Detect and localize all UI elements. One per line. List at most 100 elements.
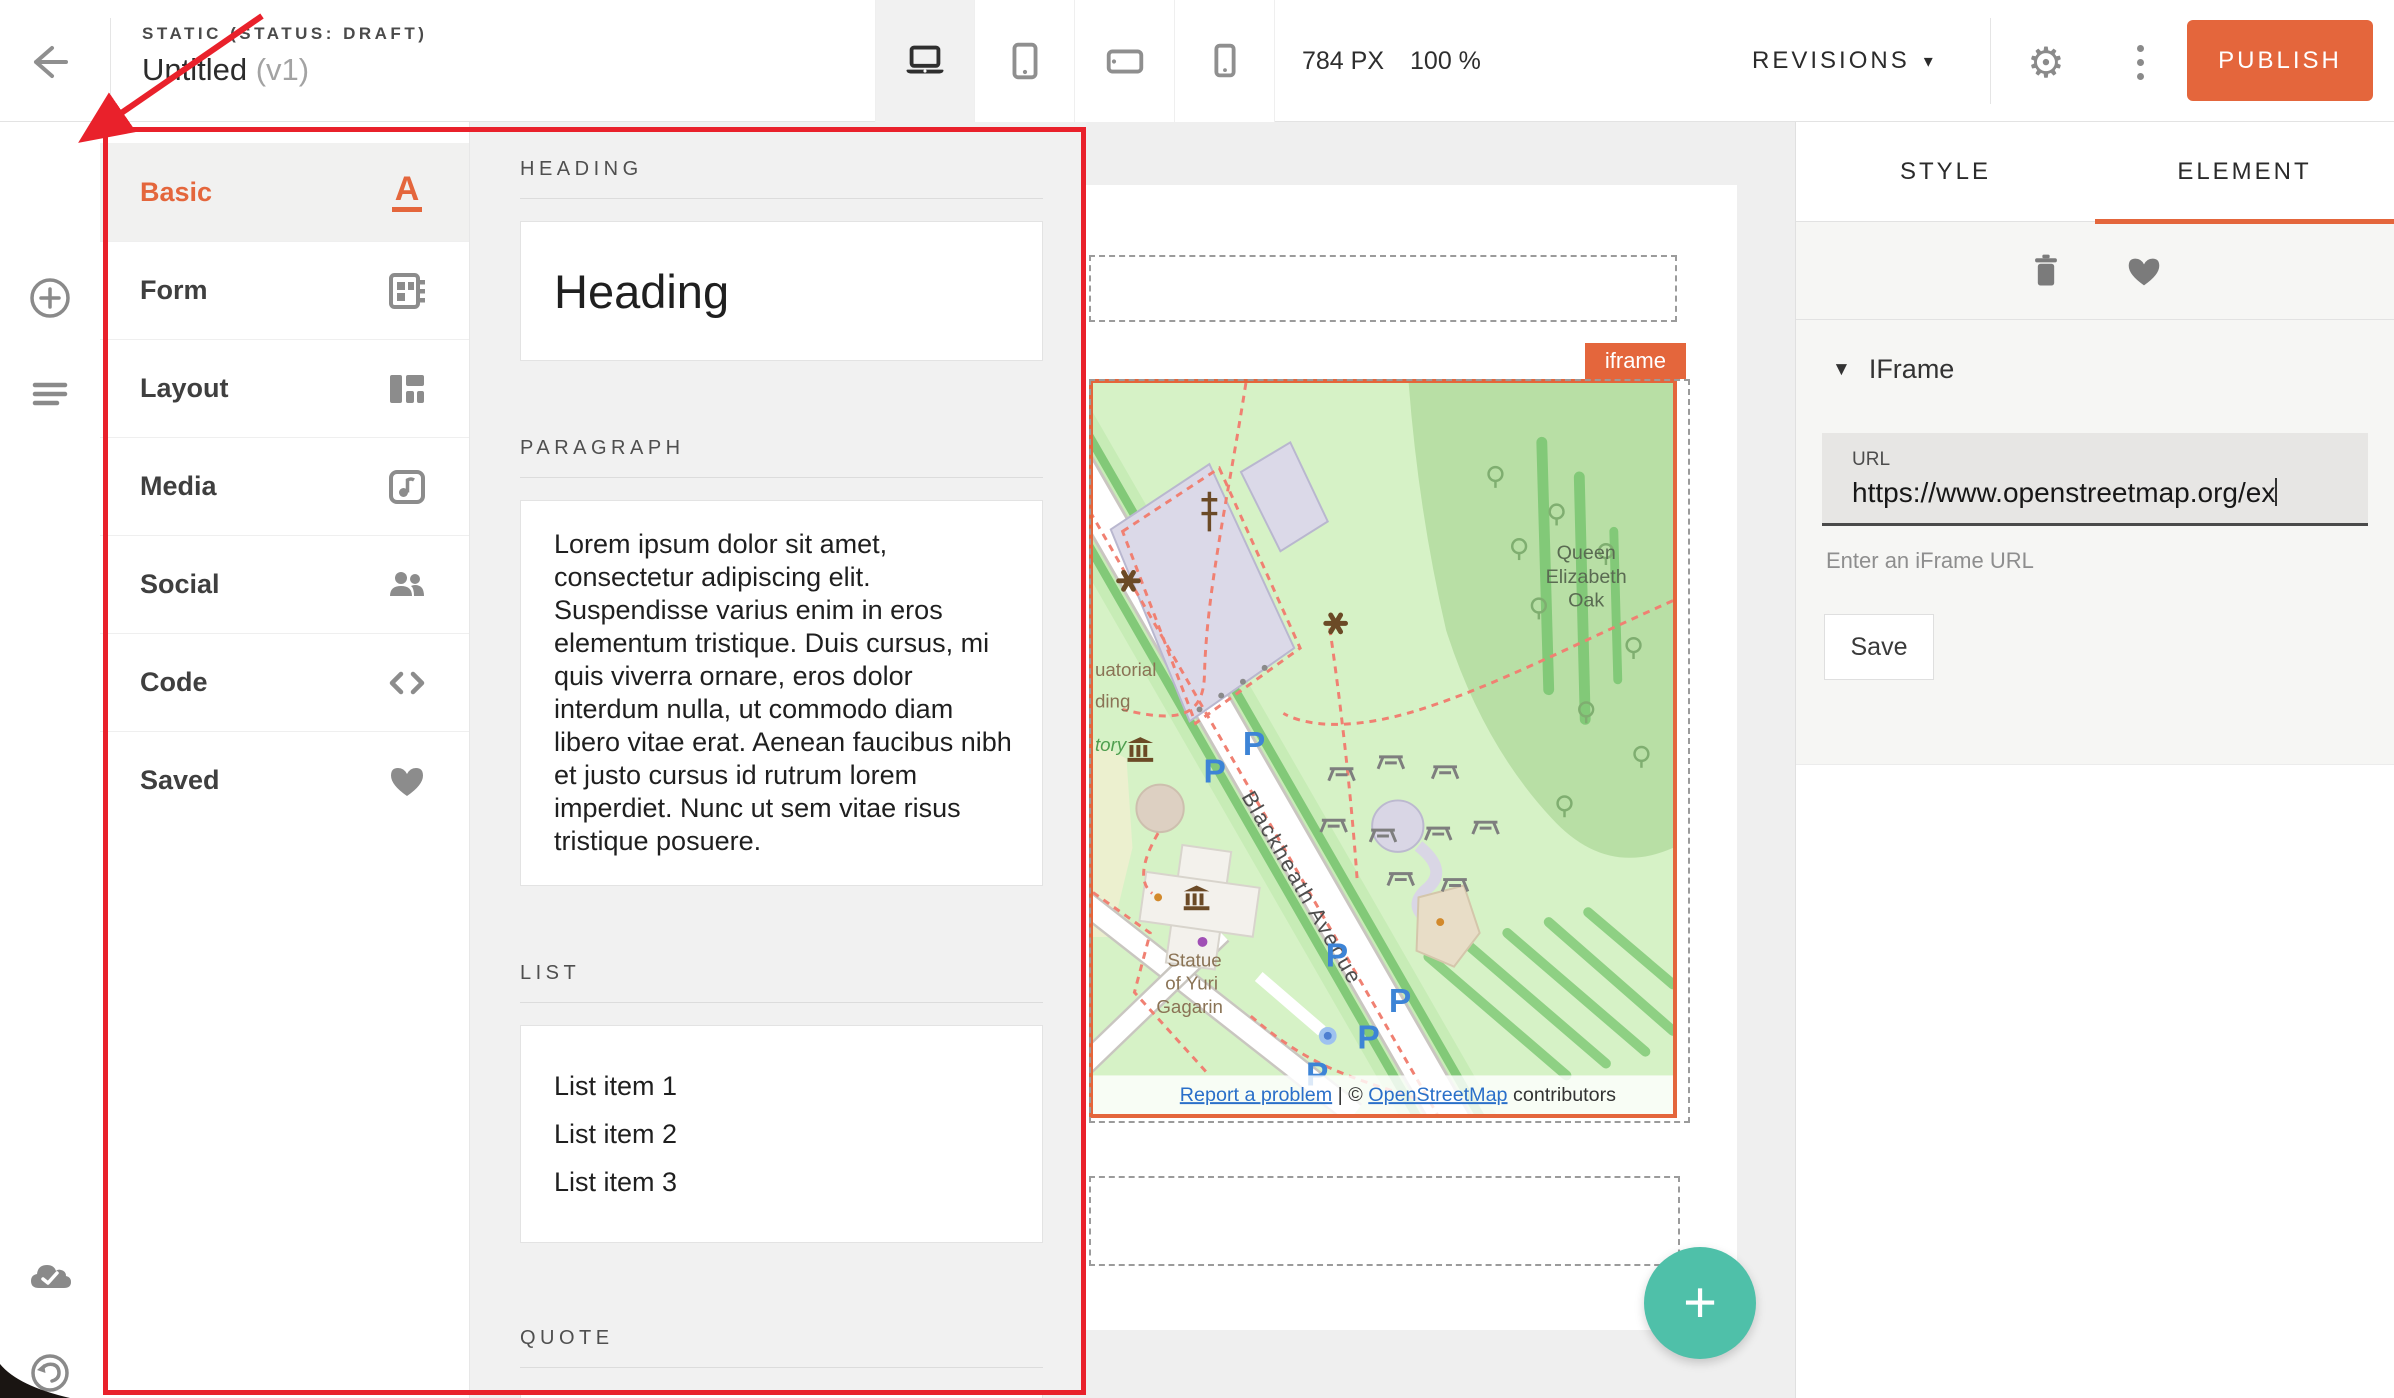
category-label: Saved xyxy=(140,765,383,796)
parking-icon: P xyxy=(1243,726,1265,763)
top-toolbar: STATIC (STATUS: DRAFT) Untitled (v1) xyxy=(0,0,2394,122)
toolbar-divider xyxy=(110,18,111,104)
section-divider xyxy=(520,1367,1043,1368)
section-label-paragraph: PARAGRAPH xyxy=(520,437,1043,460)
arrow-left-icon xyxy=(22,36,74,88)
favorite-element-button[interactable] xyxy=(2121,248,2167,294)
svg-text:tory: tory xyxy=(1095,734,1128,755)
chevron-down-icon: ▼ xyxy=(1832,359,1851,381)
category-basic[interactable]: Basic A xyxy=(100,143,469,241)
tab-style[interactable]: STYLE xyxy=(1796,122,2095,221)
undo-button[interactable] xyxy=(24,1347,76,1398)
layout-icon xyxy=(385,367,429,411)
report-problem-link[interactable]: Report a problem xyxy=(1180,1084,1332,1106)
document-title[interactable]: Untitled (v1) xyxy=(142,52,427,88)
more-options-button[interactable] xyxy=(2122,36,2158,88)
oak-label: Queen xyxy=(1557,542,1616,564)
device-desktop-button[interactable] xyxy=(875,0,975,122)
parking-icon: P xyxy=(1357,1020,1379,1057)
parking-icon: P xyxy=(1389,983,1411,1020)
settings-button[interactable]: ⚙ xyxy=(2020,36,2072,88)
dot xyxy=(2137,73,2144,80)
device-tablet-landscape-button[interactable] xyxy=(1075,0,1175,122)
gear-icon: ⚙ xyxy=(2027,38,2065,87)
statue-label: Statue xyxy=(1168,950,1222,971)
menu-lines-icon xyxy=(24,368,76,420)
category-media[interactable]: Media xyxy=(100,437,469,535)
device-phone-button[interactable] xyxy=(1175,0,1275,122)
laptop-icon xyxy=(902,38,948,84)
text-icon: A xyxy=(392,172,423,212)
add-section-fab[interactable]: + xyxy=(1644,1247,1756,1359)
category-social[interactable]: Social xyxy=(100,535,469,633)
list-item: List item 2 xyxy=(554,1110,1009,1158)
iframe-selection-badge: iframe xyxy=(1585,343,1686,379)
device-tablet-button[interactable] xyxy=(975,0,1075,122)
iframe-element-selected[interactable]: iframe xyxy=(1089,379,1677,1118)
category-label: Form xyxy=(140,275,383,306)
inspector-tabs: STYLE ELEMENT xyxy=(1796,122,2394,222)
category-layout[interactable]: Layout xyxy=(100,339,469,437)
section-divider xyxy=(520,198,1043,199)
svg-text:ding: ding xyxy=(1095,690,1130,711)
iframe-url-field[interactable]: URL https://www.openstreetmap.org/ex xyxy=(1822,433,2368,526)
iframe-settings-section: ▼ IFrame URL https://www.openstreetmap.o… xyxy=(1796,320,2394,765)
plus-circle-icon xyxy=(24,272,76,324)
document-title-block: STATIC (STATUS: DRAFT) Untitled (v1) xyxy=(142,24,427,88)
undo-icon xyxy=(24,1347,76,1398)
category-label: Layout xyxy=(140,373,383,404)
page-builder-app: STATIC (STATUS: DRAFT) Untitled (v1) xyxy=(0,0,2394,1398)
elements-library-panel: HEADING Heading PARAGRAPH Lorem ipsum do… xyxy=(470,122,1086,1398)
section-label-list: LIST xyxy=(520,962,1043,985)
openstreetmap-embed[interactable]: Blackheath Avenue Queen Elizabeth Oak St… xyxy=(1093,383,1673,1114)
layers-menu-button[interactable] xyxy=(24,368,76,420)
iframe-section-title: IFrame xyxy=(1869,354,1955,385)
form-icon xyxy=(385,269,429,313)
category-form[interactable]: Form xyxy=(100,241,469,339)
iframe-section-header[interactable]: ▼ IFrame xyxy=(1822,354,2368,385)
document-title-text: Untitled xyxy=(142,52,247,87)
left-rail xyxy=(0,122,100,1398)
category-saved[interactable]: Saved xyxy=(100,731,469,829)
parking-icon: P xyxy=(1326,938,1348,975)
quote-element-card[interactable]: Block Quote xyxy=(520,1390,1043,1398)
category-label: Social xyxy=(140,569,383,600)
paragraph-element-card[interactable]: Lorem ipsum dolor sit amet, consectetur … xyxy=(520,500,1043,886)
empty-block-placeholder[interactable] xyxy=(1089,1176,1680,1266)
back-button[interactable] xyxy=(22,36,74,88)
save-button[interactable]: Save xyxy=(1824,614,1934,680)
svg-text:of Yuri: of Yuri xyxy=(1165,972,1218,993)
section-divider xyxy=(520,1002,1043,1003)
chevron-down-icon: ▾ xyxy=(1924,51,1936,72)
svg-text:Gagarin: Gagarin xyxy=(1156,996,1223,1017)
tab-element[interactable]: ELEMENT xyxy=(2095,122,2394,221)
toolbar-divider xyxy=(1990,18,1991,104)
heading-element-card[interactable]: Heading xyxy=(520,221,1043,361)
viewport-dimensions: 784 PX 100 % xyxy=(1302,0,1481,122)
viewport-width: 784 PX xyxy=(1302,47,1384,76)
publish-button[interactable]: PUBLISH xyxy=(2187,20,2373,101)
code-icon xyxy=(385,661,429,705)
tablet-portrait-icon xyxy=(1002,38,1048,84)
revisions-dropdown[interactable]: REVISIONS ▾ xyxy=(1752,0,1936,122)
add-element-button[interactable] xyxy=(24,272,76,324)
parking-icon: P xyxy=(1203,754,1225,791)
partial-label: uatorial xyxy=(1095,659,1156,680)
saved-status-indicator xyxy=(24,1252,76,1304)
media-icon xyxy=(385,465,429,509)
section-label-quote: QUOTE xyxy=(520,1327,1043,1350)
section-divider xyxy=(520,477,1043,478)
zoom-level: 100 % xyxy=(1410,47,1481,76)
empty-block-placeholder[interactable] xyxy=(1089,255,1677,322)
url-field-value[interactable]: https://www.openstreetmap.org/ex xyxy=(1852,477,2338,509)
delete-element-button[interactable] xyxy=(2023,248,2069,294)
cloud-check-icon xyxy=(24,1252,76,1304)
inspector-panel: STYLE ELEMENT ▼ IFrame xyxy=(1795,122,2394,1398)
element-actions-row xyxy=(1796,222,2394,320)
list-element-card[interactable]: List item 1 List item 2 List item 3 xyxy=(520,1025,1043,1243)
list-item: List item 1 xyxy=(554,1062,1009,1110)
device-preview-switcher xyxy=(875,0,1275,122)
dot xyxy=(2137,45,2144,52)
openstreetmap-link[interactable]: OpenStreetMap xyxy=(1368,1084,1507,1106)
category-code[interactable]: Code xyxy=(100,633,469,731)
